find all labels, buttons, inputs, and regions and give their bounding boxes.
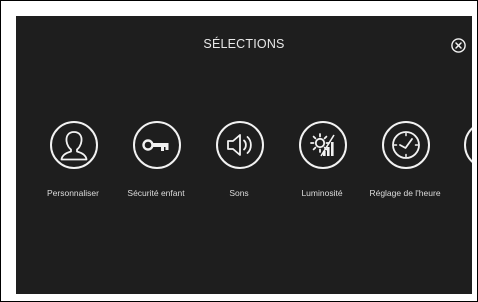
clock-icon	[392, 131, 420, 159]
settings-screen: SÉLECTIONS Personnaliser Sécurité enfant…	[16, 16, 472, 294]
speaker-icon	[227, 134, 252, 156]
close-circle-icon	[451, 38, 466, 53]
close-button[interactable]	[451, 38, 466, 53]
menu-item-circle	[133, 121, 181, 169]
menu-item-next-partial[interactable]	[442, 121, 472, 211]
key-icon	[142, 139, 169, 151]
menu-item-reglage-heure[interactable]: Réglage de l'heure	[360, 121, 450, 211]
user-profile-icon	[60, 131, 88, 161]
partial-next-item-icon	[464, 121, 472, 169]
menu-item-circle	[50, 121, 98, 169]
screenshot-frame: SÉLECTIONS Personnaliser Sécurité enfant…	[0, 0, 478, 302]
settings-carousel: Personnaliser Sécurité enfant Sons Lumin…	[16, 121, 472, 211]
menu-item-circle	[216, 121, 264, 169]
menu-item-circle	[382, 121, 430, 169]
menu-item-circle	[299, 121, 347, 169]
page-title: SÉLECTIONS	[203, 37, 285, 51]
brightness-icon	[310, 133, 335, 157]
